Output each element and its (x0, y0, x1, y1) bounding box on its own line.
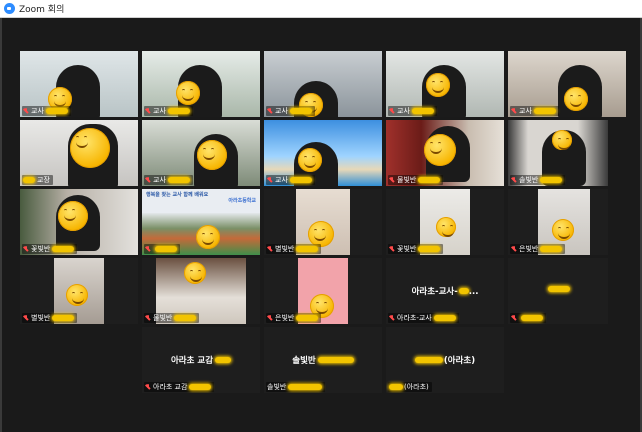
participant-tile[interactable]: 아라초-교사-... 아라초-교사 (386, 258, 504, 324)
participant-name-label: 교사 (144, 175, 193, 185)
participant-tile[interactable]: 교사 (20, 51, 138, 117)
participant-name-label: 물빛반 (388, 175, 444, 185)
smiley-face-icon (298, 148, 322, 172)
participant-name-label: 교사 (266, 106, 315, 116)
muted-mic-icon (23, 246, 29, 252)
participant-name-label: 은빛반 (266, 313, 322, 323)
participant-name-label: 별빛반 (22, 313, 78, 323)
participant-name-label: 은빛반 (510, 244, 566, 254)
participant-name-label: 아라초-교사 (388, 313, 459, 323)
participant-tile[interactable]: 물빛반 (386, 120, 504, 186)
muted-mic-icon (389, 177, 395, 183)
muted-mic-icon (267, 315, 273, 321)
participant-tile-active-speaker[interactable]: 교장 (20, 120, 138, 186)
participant-name-label: 교사 (266, 175, 315, 185)
smiley-face-icon (552, 219, 574, 241)
participant-name-label (144, 244, 180, 254)
participant-display-name (508, 285, 608, 295)
smiley-face-icon (58, 201, 88, 231)
smiley-face-icon (196, 225, 220, 249)
participant-tile[interactable]: 교사 (142, 120, 260, 186)
muted-mic-icon (389, 315, 395, 321)
participant-display-name: 솔빛반 (264, 354, 382, 366)
participant-tile[interactable]: (아라초) (아라초) (386, 327, 504, 393)
participant-name-label: 아라초 교감 (144, 382, 215, 392)
muted-mic-icon (511, 108, 517, 114)
muted-mic-icon (511, 246, 517, 252)
participant-name-label: 교사 (144, 106, 193, 116)
participant-display-name: 아라초 교감 (142, 354, 260, 366)
smiley-face-icon (197, 140, 227, 170)
participant-name-label: 솔빛반 (510, 175, 566, 185)
muted-mic-icon (267, 108, 273, 114)
muted-mic-icon (145, 246, 151, 252)
school-banner: 행복을 찾는 교사 함께 배워요 아라초등학교 (142, 189, 260, 213)
participant-tile[interactable]: 교사 (386, 51, 504, 117)
participant-name-label: 물빛반 (144, 313, 200, 323)
participant-name-label: (아라초) (388, 382, 432, 392)
muted-mic-icon (511, 315, 517, 321)
smiley-face-icon (176, 81, 200, 105)
smiley-face-icon (564, 87, 588, 111)
participant-name-label (510, 313, 546, 323)
muted-mic-icon (511, 177, 517, 183)
participant-name-label: 꽃빛반 (22, 244, 78, 254)
muted-mic-icon (23, 108, 29, 114)
participant-name-label: 교장 (22, 175, 53, 185)
participant-tile[interactable] (508, 258, 608, 324)
participant-tile[interactable]: 별빛반 (264, 189, 382, 255)
participant-tile[interactable]: 아라초 교감 아라초 교감 (142, 327, 260, 393)
participant-tile[interactable]: 솔빛반 솔빛반 (264, 327, 382, 393)
participant-name-label: 교사 (388, 106, 437, 116)
participant-name-label: 교사 (22, 106, 71, 116)
muted-mic-icon (145, 108, 151, 114)
participant-tile[interactable]: 교사 (264, 51, 382, 117)
smiley-face-icon (552, 130, 572, 150)
muted-mic-icon (267, 246, 273, 252)
participant-tile[interactable]: 꽃빛반 (20, 189, 138, 255)
title-bar: Zoom 회의 (0, 0, 642, 18)
participant-tile[interactable]: 교사 (264, 120, 382, 186)
window-title: Zoom 회의 (19, 5, 65, 15)
participant-tile[interactable]: 꽃빛반 (386, 189, 504, 255)
smiley-face-icon (70, 128, 110, 168)
muted-mic-icon (389, 246, 395, 252)
muted-mic-icon (389, 108, 395, 114)
participant-tile[interactable]: 교사 (142, 51, 260, 117)
muted-mic-icon (145, 315, 151, 321)
participant-display-name: (아라초) (386, 354, 504, 366)
participant-tile[interactable]: 솔빛반 (508, 120, 608, 186)
participant-name-label: 별빛반 (266, 244, 322, 254)
muted-mic-icon (23, 315, 29, 321)
participant-tile[interactable]: 행복을 찾는 교사 함께 배워요 아라초등학교 (142, 189, 260, 255)
muted-mic-icon (145, 177, 151, 183)
gallery-view: 교사 교사 교사 교사 교사 교장 교사 교사 물빛반 솔빛반 꽃빛반 행복을 … (0, 18, 642, 432)
muted-mic-icon (145, 384, 151, 390)
smiley-face-icon (436, 217, 456, 237)
smiley-face-icon (66, 284, 88, 306)
participant-name-label: 꽃빛반 (388, 244, 444, 254)
participant-tile[interactable]: 물빛반 (142, 258, 260, 324)
muted-mic-icon (267, 177, 273, 183)
participant-tile[interactable]: 교사 (508, 51, 626, 117)
participant-name-label: 교사 (510, 106, 559, 116)
smiley-face-icon (184, 262, 206, 284)
participant-tile[interactable]: 은빛반 (508, 189, 608, 255)
participant-name-label: 솔빛반 (266, 382, 326, 392)
smiley-face-icon (424, 134, 456, 166)
participant-tile[interactable]: 은빛반 (264, 258, 382, 324)
participant-tile[interactable]: 별빛반 (20, 258, 138, 324)
zoom-logo-icon (4, 3, 15, 14)
participant-display-name: 아라초-교사-... (411, 287, 479, 297)
smiley-face-icon (426, 73, 450, 97)
